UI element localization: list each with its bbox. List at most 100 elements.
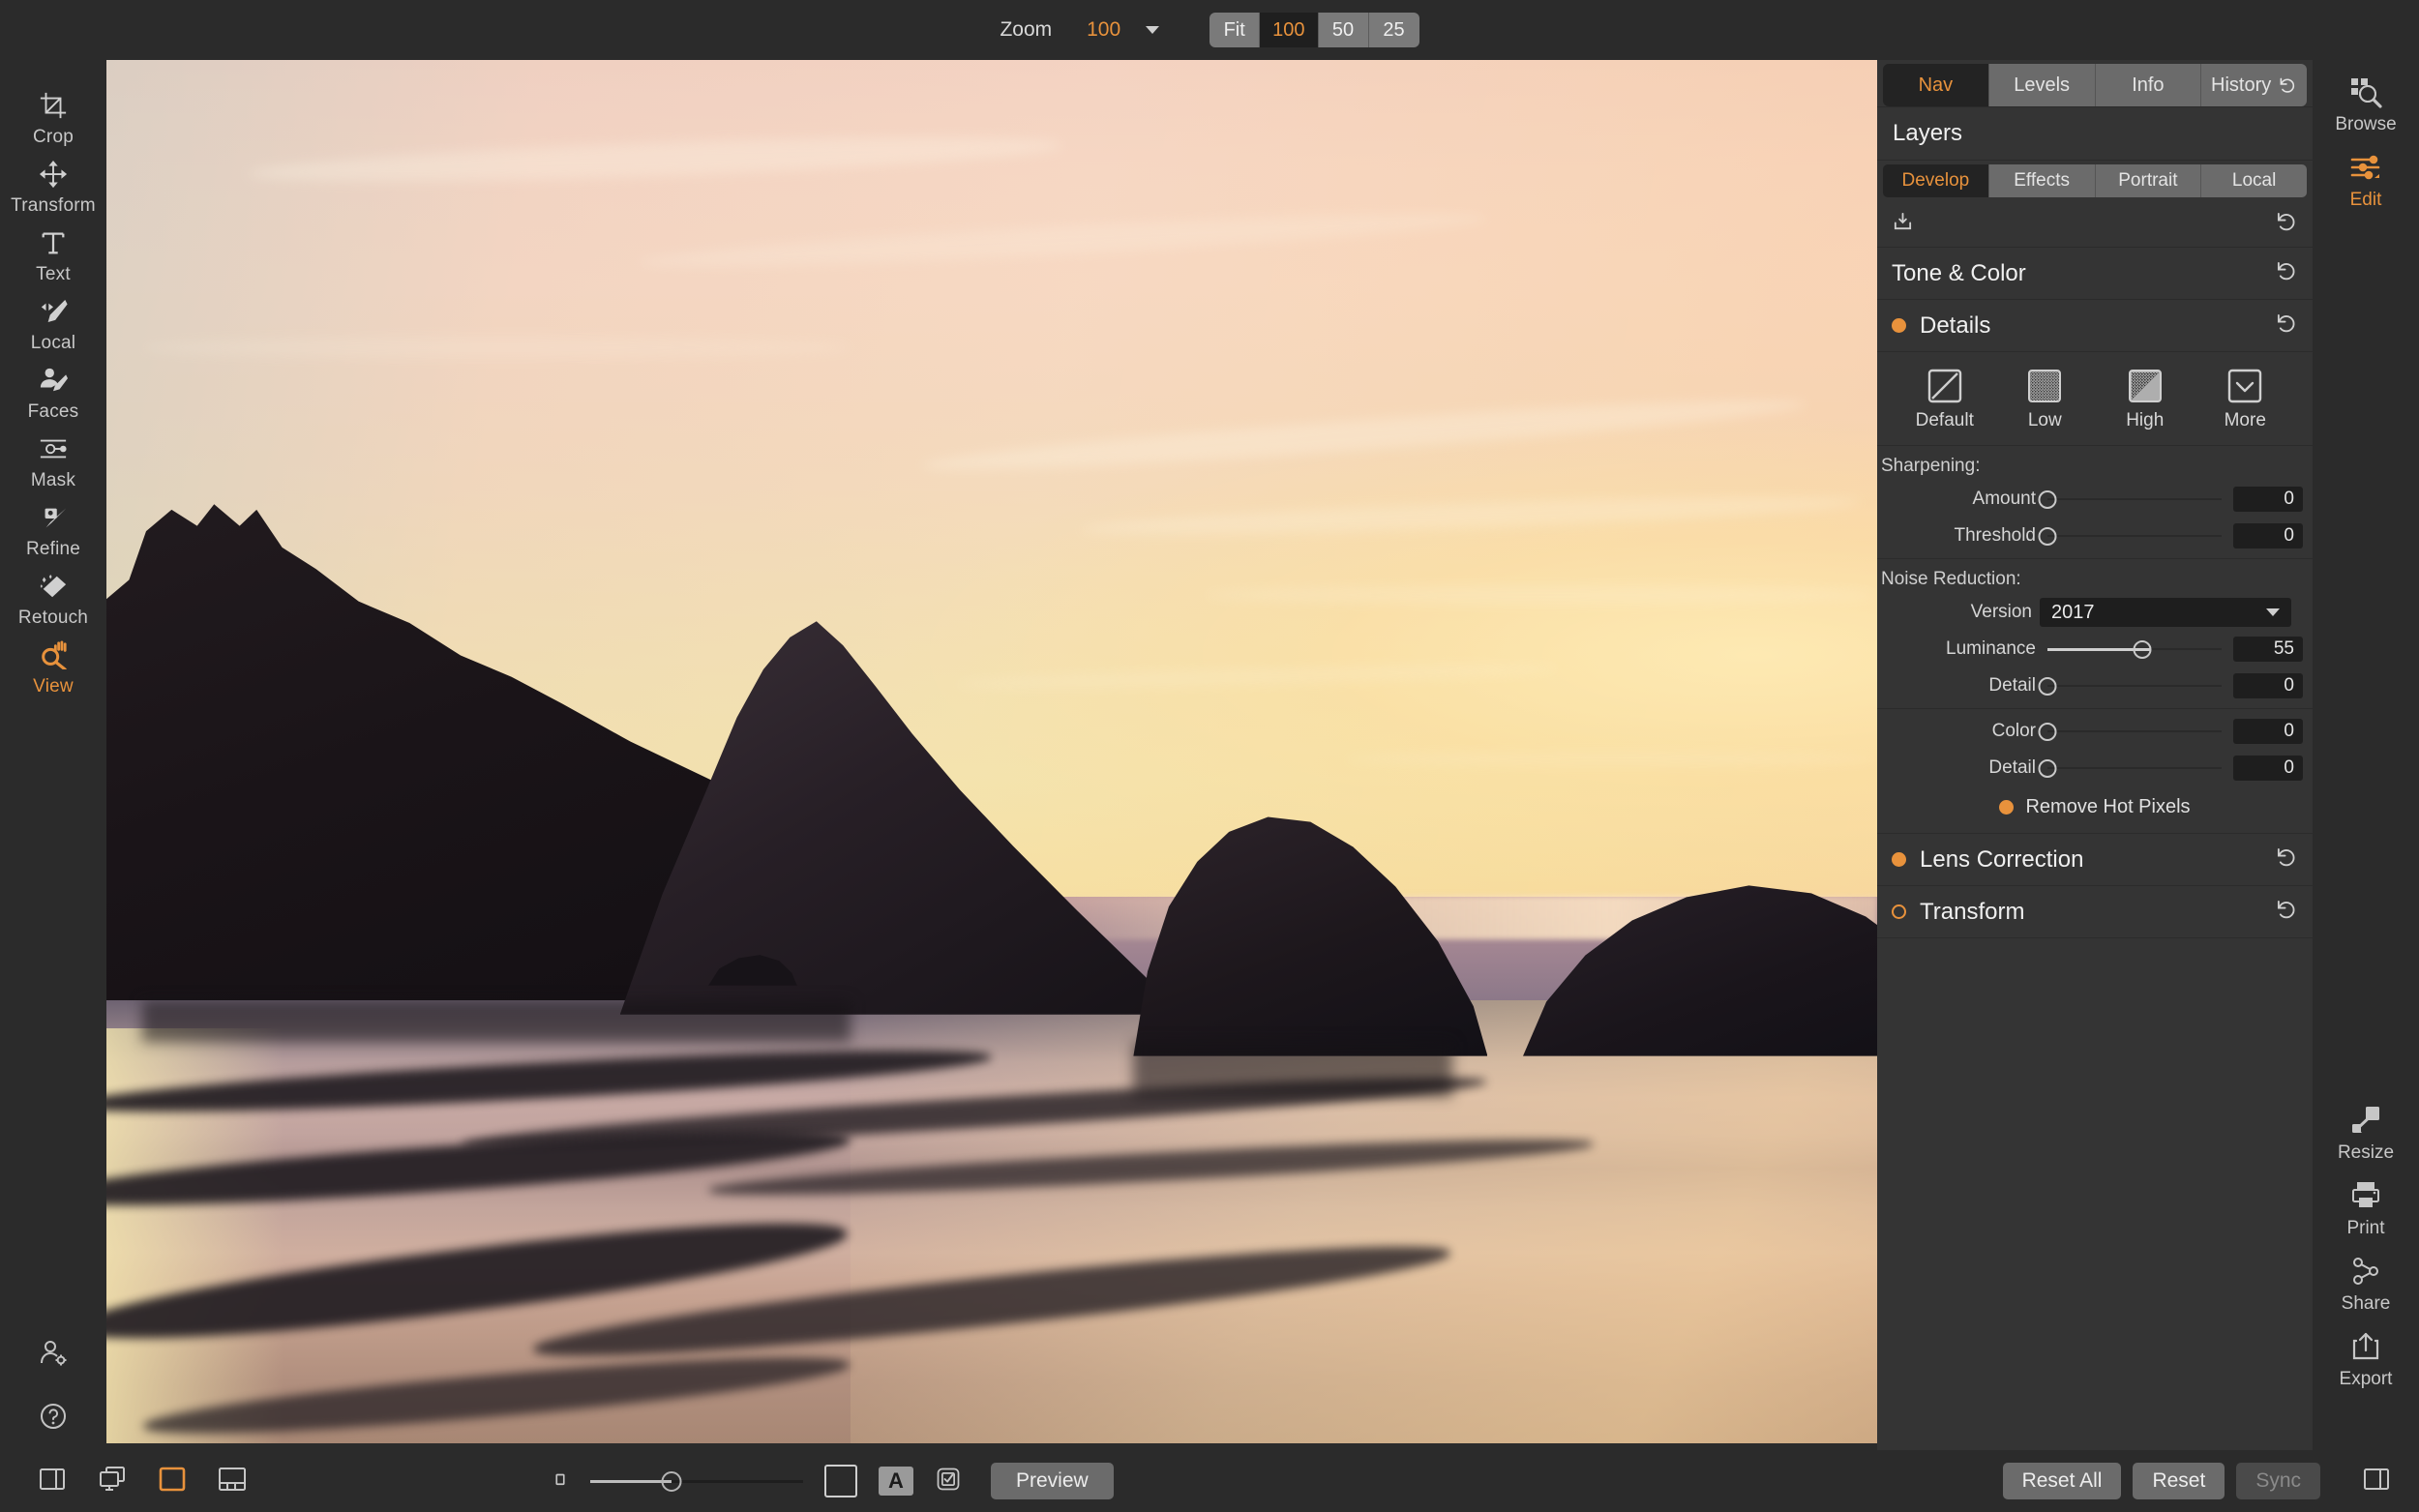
tab-local[interactable]: Local: [2201, 164, 2307, 197]
tool-text[interactable]: Text: [0, 226, 106, 285]
slider-value[interactable]: 0: [2233, 523, 2303, 548]
tool-transform[interactable]: Transform: [0, 158, 106, 217]
tab-develop[interactable]: Develop: [1883, 164, 1989, 197]
slider-knob[interactable]: [2038, 489, 2057, 509]
module-label: Share: [2341, 1293, 2391, 1314]
tool-refine[interactable]: Refine: [0, 501, 106, 560]
slider-label: Threshold: [1954, 525, 2037, 546]
tool-retouch[interactable]: Retouch: [0, 570, 106, 629]
reset-section-icon[interactable]: [2276, 312, 2298, 340]
slider-row-noise-luminance-detail[interactable]: Detail 0: [1877, 667, 2313, 704]
filmstrip-view-icon[interactable]: [217, 1464, 248, 1499]
tab-info[interactable]: Info: [2095, 64, 2202, 106]
reset-section-icon[interactable]: [2276, 260, 2298, 287]
module-resize[interactable]: Resize: [2313, 1088, 2419, 1164]
left-tool-sidebar: Crop Transform Text Local Faces Mask Ref…: [0, 60, 106, 1450]
preset-label: Default: [1915, 410, 1974, 430]
reset-button[interactable]: Reset: [2133, 1463, 2225, 1499]
preview-button[interactable]: Preview: [991, 1463, 1114, 1499]
rating-check-icon[interactable]: [935, 1466, 962, 1497]
small-square-icon[interactable]: [552, 1470, 569, 1493]
remove-hot-pixels-row[interactable]: Remove Hot Pixels: [1877, 786, 2313, 827]
zoom-value[interactable]: 100: [1087, 18, 1120, 42]
window-stack-icon[interactable]: [97, 1464, 128, 1499]
module-print[interactable]: Print: [2313, 1164, 2419, 1239]
slider-row-noise-color-detail[interactable]: Detail 0: [1877, 750, 2313, 786]
slider-row-sharpening-amount[interactable]: Amount 0: [1877, 481, 2313, 518]
slider-value[interactable]: 0: [2233, 673, 2303, 698]
details-preset-low[interactable]: Low: [2002, 368, 2087, 431]
chevron-down-icon: [2266, 608, 2280, 616]
show-panels-icon[interactable]: [2332, 1464, 2392, 1499]
thumbnail-size-slider[interactable]: [590, 1469, 803, 1493]
remove-hot-pixels-toggle[interactable]: [1999, 799, 2015, 815]
slider-value[interactable]: 0: [2233, 719, 2303, 744]
slider-fill: [590, 1479, 672, 1483]
slider-knob[interactable]: [2133, 639, 2152, 659]
slider-value[interactable]: 0: [2233, 487, 2303, 512]
slider-value[interactable]: 55: [2233, 637, 2303, 662]
slider-knob[interactable]: [2038, 526, 2057, 546]
image-canvas-area[interactable]: [106, 60, 1877, 1443]
tool-view[interactable]: View: [0, 638, 106, 697]
tab-nav[interactable]: Nav: [1883, 64, 1989, 106]
details-preset-default[interactable]: Default: [1902, 368, 1987, 431]
slider-label: Detail: [1988, 757, 2036, 778]
module-export[interactable]: Export: [2313, 1315, 2419, 1390]
tab-levels[interactable]: Levels: [1988, 64, 2096, 106]
tool-crop[interactable]: Crop: [0, 89, 106, 148]
slider-row-noise-color[interactable]: Color 0: [1877, 713, 2313, 750]
section-transform[interactable]: Transform: [1877, 886, 2313, 938]
tool-faces[interactable]: Faces: [0, 364, 106, 423]
square-outline-icon[interactable]: [824, 1465, 857, 1497]
show-panels-icon[interactable]: [37, 1464, 68, 1499]
sync-button[interactable]: Sync: [2236, 1463, 2320, 1499]
section-lens-correction[interactable]: Lens Correction: [1877, 834, 2313, 886]
zoom-preset-25[interactable]: 25: [1368, 13, 1419, 47]
version-select[interactable]: 2017: [2040, 598, 2291, 627]
lens-correction-enable-toggle[interactable]: [1892, 852, 1906, 867]
details-preset-high[interactable]: High: [2103, 368, 2188, 431]
slider-track-area[interactable]: [2038, 676, 2225, 696]
reset-preset-icon[interactable]: [2276, 211, 2298, 238]
slider-knob[interactable]: [2038, 758, 2057, 778]
module-share[interactable]: Share: [2313, 1239, 2419, 1315]
details-preset-more[interactable]: More: [2202, 368, 2287, 431]
reset-section-icon[interactable]: [2276, 899, 2298, 926]
zoom-preset-50[interactable]: 50: [1318, 13, 1369, 47]
section-details[interactable]: Details: [1877, 300, 2313, 352]
details-enable-toggle[interactable]: [1892, 318, 1906, 333]
module-browse[interactable]: Browse: [2313, 60, 2419, 135]
section-tone-and-color[interactable]: Tone & Color: [1877, 248, 2313, 300]
letter-a-icon[interactable]: A: [879, 1467, 913, 1496]
tab-history[interactable]: History: [2201, 64, 2307, 106]
slider-track-area[interactable]: [2038, 722, 2225, 741]
reset-section-icon[interactable]: [2276, 846, 2298, 874]
slider-knob[interactable]: [2038, 722, 2057, 741]
zoom-preset-100[interactable]: 100: [1260, 13, 1319, 47]
reset-all-button[interactable]: Reset All: [2002, 1463, 2122, 1499]
transform-enable-toggle[interactable]: [1892, 904, 1906, 919]
slider-track-area[interactable]: [2040, 639, 2225, 659]
slider-value[interactable]: 0: [2233, 756, 2303, 781]
save-preset-icon[interactable]: [1892, 211, 1914, 238]
zoom-preset-fit[interactable]: Fit: [1210, 13, 1261, 47]
slider-track-area[interactable]: [2038, 758, 2225, 778]
slider-track-area[interactable]: [2038, 526, 2225, 546]
tab-effects[interactable]: Effects: [1988, 164, 2096, 197]
slider-row-sharpening-threshold[interactable]: Threshold 0: [1877, 518, 2313, 554]
tool-mask[interactable]: Mask: [0, 432, 106, 491]
tab-portrait[interactable]: Portrait: [2095, 164, 2202, 197]
slider-row-noise-luminance[interactable]: Luminance 55: [1877, 631, 2313, 667]
layers-header[interactable]: Layers: [1877, 106, 2313, 161]
tool-local[interactable]: Local: [0, 295, 106, 354]
photo-viewport[interactable]: [106, 60, 1877, 1443]
slider-knob[interactable]: [2038, 676, 2057, 696]
chevron-down-icon[interactable]: [1146, 26, 1160, 34]
slider-track-area[interactable]: [2038, 489, 2225, 509]
module-edit[interactable]: Edit: [2313, 135, 2419, 211]
single-view-icon[interactable]: [157, 1464, 188, 1499]
help-question-icon[interactable]: [38, 1401, 69, 1437]
slider-knob[interactable]: [661, 1470, 682, 1492]
user-settings-icon[interactable]: [38, 1338, 69, 1374]
